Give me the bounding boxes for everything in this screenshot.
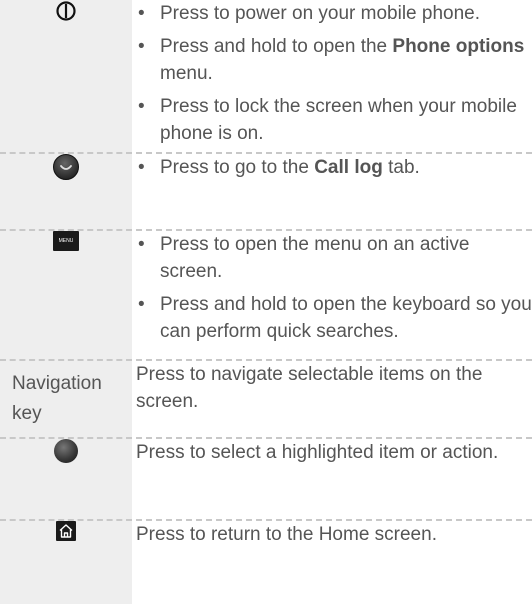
key-description: Press to navigate selectable items on th… [134,360,532,439]
key-description: Press to select a highlighted item or ac… [134,438,532,521]
key-description: Press to return to the Home screen. [136,524,437,545]
bullet-dot-icon: • [138,294,145,315]
table-row: Navigation key Press to navigate selecta… [0,360,532,439]
bullet-dot-icon: • [138,3,145,24]
bullet-dot-icon: • [138,96,145,117]
key-cell [0,438,136,521]
list-item: • Press to open the menu on an active scr… [136,231,532,285]
list-item: • Press and hold to open the Phone option… [136,33,532,87]
key-cell: Navigation key [0,360,136,439]
key-description: • Press to power on your mobile phone. • Pr… [134,0,532,154]
bullet-dot-icon: • [138,157,145,178]
bullet-list: • Press to go to the Call log tab. [136,154,532,181]
bullet-list: • Press to open the menu on an active scr… [136,231,532,345]
list-item: • Press and hold to open the keyboard so … [136,291,532,345]
power-icon [55,0,77,27]
list-item: • Press to power on your mobile phone. [136,0,532,27]
key-cell [0,153,136,231]
key-cell [0,520,136,604]
table-row: • Press to go to the Call log tab. [0,153,532,231]
bullet-dot-icon: • [138,36,145,57]
call-log-key-icon [53,154,79,180]
list-item: • Press to lock the screen when your mobi… [136,93,532,147]
home-key-icon [56,521,76,541]
key-description: • Press to open the menu on an active scr… [134,230,532,361]
bold-term: Call log [314,157,383,178]
table-row: Press to return to the Home screen. [0,520,532,604]
list-item: • Press to go to the Call log tab. [136,154,532,181]
trackball-icon [54,439,78,463]
bullet-dot-icon: • [138,234,145,255]
key-description: • Press to go to the Call log tab. [134,153,532,231]
table-row: Press to select a highlighted item or ac… [0,438,532,521]
key-cell [0,0,136,154]
table-row: • Press to power on your mobile phone. • Pr… [0,0,532,154]
key-function-table: • Press to power on your mobile phone. • Pr… [0,0,532,604]
bullet-list: • Press to power on your mobile phone. • Pr… [136,0,532,147]
key-cell: MENU [0,230,136,361]
table-row: MENU • Press to open the menu on an activ… [0,230,532,361]
key-label: Navigation key [12,373,102,424]
bold-term: Phone options [392,36,525,57]
menu-key-icon: MENU [53,231,79,251]
